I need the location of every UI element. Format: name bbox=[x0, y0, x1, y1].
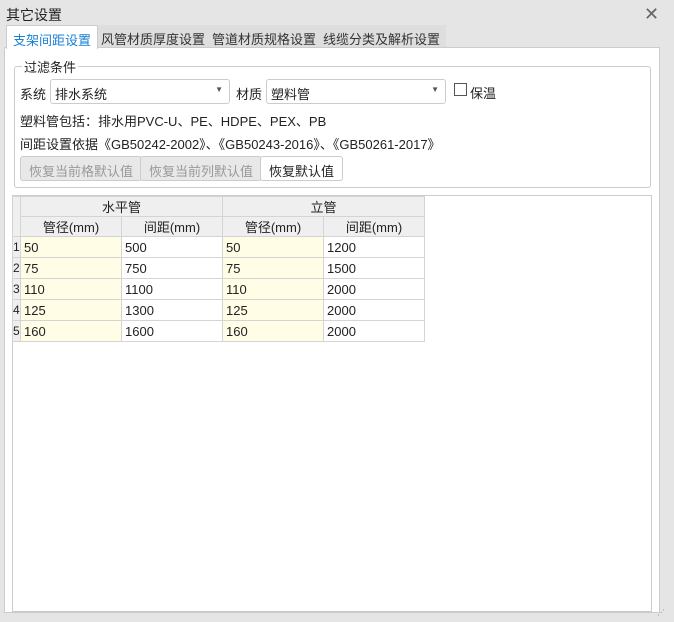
insulation-label: 保温 bbox=[470, 86, 497, 101]
material-label: 材质 bbox=[236, 87, 263, 102]
chevron-down-icon: ▼ bbox=[431, 85, 439, 94]
table-cell[interactable]: 750 bbox=[121, 257, 223, 279]
table-row: 2 75 750 75 1500 bbox=[12, 257, 425, 279]
tab-support-spacing[interactable]: 支架间距设置 bbox=[6, 25, 99, 49]
column-header[interactable]: 间距(mm) bbox=[323, 216, 425, 237]
resize-grip-icon[interactable]: ⋰ bbox=[657, 608, 665, 617]
table-cell[interactable]: 2000 bbox=[323, 299, 425, 321]
table-cell[interactable]: 1500 bbox=[323, 257, 425, 279]
column-header[interactable]: 管径(mm) bbox=[20, 216, 122, 237]
group-header-vertical: 立管 bbox=[222, 196, 425, 217]
window-title: 其它设置 bbox=[6, 7, 62, 23]
row-header[interactable]: 1 bbox=[12, 236, 21, 258]
table-cell[interactable]: 160 bbox=[20, 320, 122, 342]
table-cell[interactable]: 1600 bbox=[121, 320, 223, 342]
row-header[interactable]: 3 bbox=[12, 278, 21, 300]
reset-all-button[interactable]: 恢复默认值 bbox=[260, 156, 344, 181]
insulation-checkbox[interactable] bbox=[454, 83, 467, 96]
material-info: 塑料管包括：排水用PVC-U、PE、HDPE、PEX、PB bbox=[20, 114, 327, 129]
table-cell[interactable]: 110 bbox=[222, 278, 324, 300]
table-row: 3 110 1100 110 2000 bbox=[12, 278, 425, 300]
reset-cell-button[interactable]: 恢复当前格默认值 bbox=[20, 156, 143, 181]
table-row: 1 50 500 50 1200 bbox=[12, 236, 425, 258]
close-icon[interactable]: ✕ bbox=[644, 4, 659, 25]
corner-cell bbox=[12, 196, 21, 237]
row-header[interactable]: 4 bbox=[12, 299, 21, 321]
reset-column-button[interactable]: 恢复当前列默认值 bbox=[140, 156, 263, 181]
table-cell[interactable]: 1300 bbox=[121, 299, 223, 321]
row-header[interactable]: 2 bbox=[12, 257, 21, 279]
tab-duct-thickness[interactable]: 风管材质厚度设置 bbox=[95, 25, 212, 48]
system-label: 系统 bbox=[20, 87, 47, 102]
table-cell[interactable]: 500 bbox=[121, 236, 223, 258]
material-value: 塑料管 bbox=[271, 87, 311, 102]
table-cell[interactable]: 1100 bbox=[121, 278, 223, 300]
group-header-horizontal: 水平管 bbox=[20, 196, 223, 217]
table-cell[interactable]: 2000 bbox=[323, 278, 425, 300]
table-cell[interactable]: 2000 bbox=[323, 320, 425, 342]
spacing-table: 水平管 立管 管径(mm) 间距(mm) 管径(mm) 间距(mm) 1 50 50… bbox=[12, 196, 425, 342]
material-select[interactable]: 塑料管 ▼ bbox=[266, 79, 446, 104]
table-cell[interactable]: 1200 bbox=[323, 236, 425, 258]
system-value: 排水系统 bbox=[55, 87, 108, 102]
row-header[interactable]: 5 bbox=[12, 320, 21, 342]
table-row: 4 125 1300 125 2000 bbox=[12, 299, 425, 321]
table-cell[interactable]: 50 bbox=[20, 236, 122, 258]
table-cell[interactable]: 50 bbox=[222, 236, 324, 258]
standard-info: 间距设置依据《GB50242-2002》、《GB50243-2016》、《GB5… bbox=[20, 137, 441, 152]
table-cell[interactable]: 75 bbox=[20, 257, 122, 279]
table-cell[interactable]: 110 bbox=[20, 278, 122, 300]
table-cell[interactable]: 160 bbox=[222, 320, 324, 342]
table-cell[interactable]: 125 bbox=[222, 299, 324, 321]
chevron-down-icon: ▼ bbox=[215, 85, 223, 94]
filter-group-label: 过滤条件 bbox=[22, 57, 79, 76]
table-row: 5 160 1600 160 2000 bbox=[12, 320, 425, 342]
table-cell[interactable]: 75 bbox=[222, 257, 324, 279]
tab-pipe-spec[interactable]: 管道材质规格设置 bbox=[206, 25, 323, 48]
column-header[interactable]: 管径(mm) bbox=[222, 216, 324, 237]
tab-cable-classification[interactable]: 线缆分类及解析设置 bbox=[317, 25, 447, 48]
table-cell[interactable]: 125 bbox=[20, 299, 122, 321]
column-header[interactable]: 间距(mm) bbox=[121, 216, 223, 237]
system-select[interactable]: 排水系统 ▼ bbox=[50, 79, 230, 104]
